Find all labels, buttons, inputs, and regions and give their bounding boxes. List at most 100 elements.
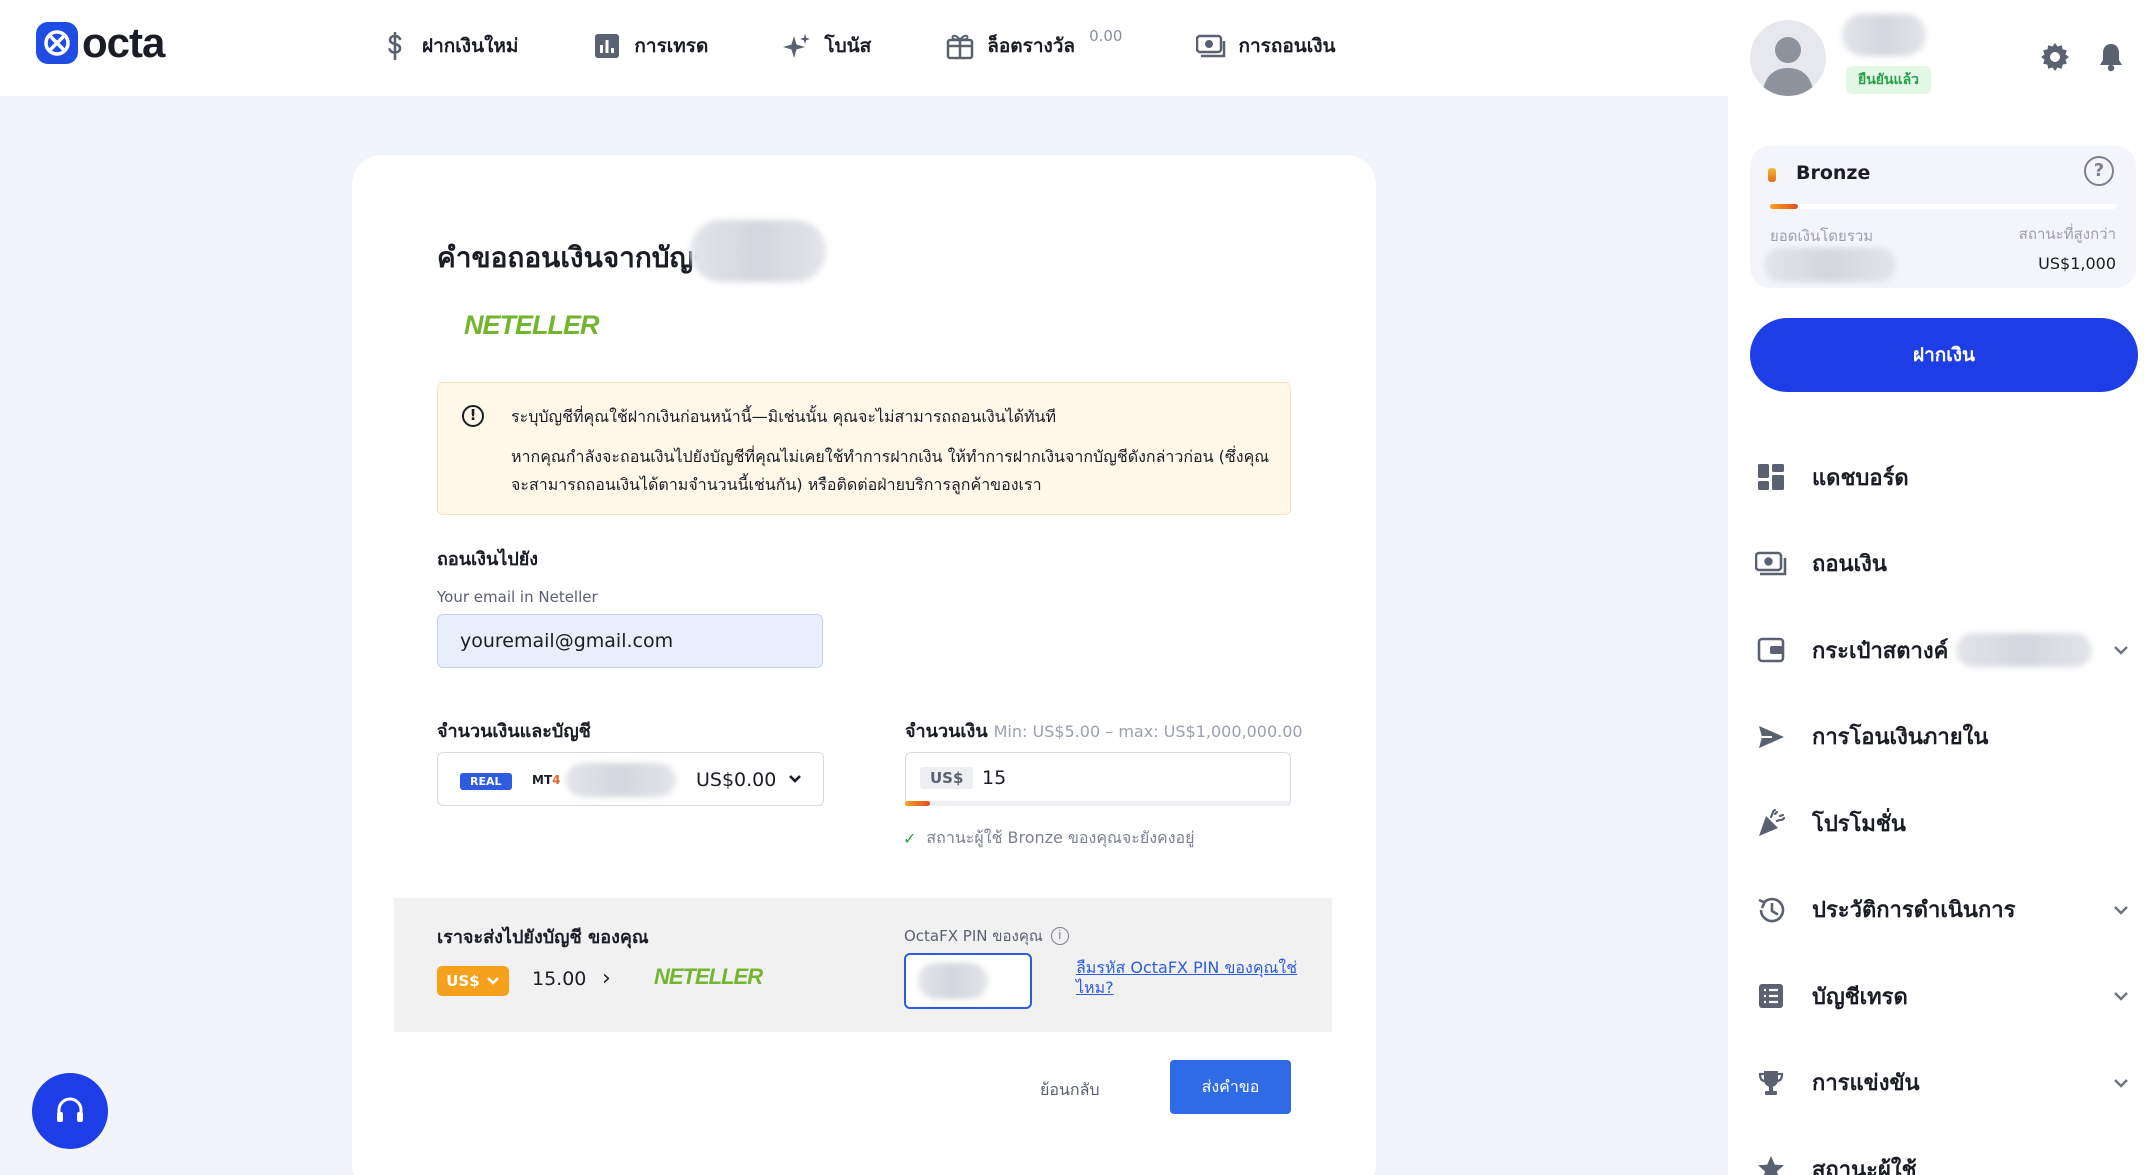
next-tier-label: สถานะที่สูงกว่า <box>2018 225 2116 243</box>
withdraw-to-label: ถอนเงินไปยัง <box>437 549 539 570</box>
user-avatar-icon <box>1762 37 1814 96</box>
topnav-item-deposit[interactable]: ฝากเงินใหม่ <box>380 28 518 64</box>
sidebar-item-label: กระเป๋าสตางค์ <box>1812 638 1949 664</box>
topnav-item-reward-lots[interactable]: ล็อตรางวัล 0.00 <box>945 27 1123 64</box>
support-chat-button[interactable] <box>32 1073 108 1149</box>
topnav-item-bonus[interactable]: โบนัส <box>782 28 871 64</box>
amount-progress-bar <box>905 801 1291 806</box>
star-icon <box>1754 1152 1788 1175</box>
topnav-item-trading[interactable]: การเทรด <box>592 28 708 64</box>
topnav-label: การเทรด <box>634 35 709 57</box>
sidebar-item-label: ประวัติการดำเนินการ <box>1812 898 2016 924</box>
octa-logo-mark-icon <box>36 22 78 64</box>
status-note: ✓ สถานะผู้ใช้ Bronze ของคุณจะยังคงอยู่ <box>903 826 1195 851</box>
total-balance-label: ยอดเงินโดยรวม <box>1770 227 1874 245</box>
back-button[interactable]: ย้อนกลับ <box>1040 1078 1100 1103</box>
account-select[interactable]: REAL MT4 US$0.00 <box>437 752 824 806</box>
chevron-down-icon <box>486 977 499 985</box>
send-icon <box>1754 720 1788 754</box>
platform-number: 4 <box>552 773 561 787</box>
chevron-down-icon <box>2112 637 2130 662</box>
wallet-balance-redacted <box>1956 633 2093 668</box>
bronze-tier-icon <box>1768 168 1776 182</box>
settings-gear-icon[interactable] <box>2040 42 2070 76</box>
octa-logo[interactable]: octa <box>36 19 165 66</box>
sidebar-item-label: ถอนเงิน <box>1812 552 1887 578</box>
account-number-redacted <box>566 763 676 797</box>
sidebar-item-contests[interactable]: การแข่งขัน <box>1750 1040 2130 1127</box>
brand-name: octa <box>82 19 165 66</box>
dollar-icon <box>380 31 410 61</box>
forgot-pin-link[interactable]: ลืมรหัส OctaFX PIN ของคุณใช่ไหม? <box>1076 958 1306 998</box>
tier-progress-fill <box>1770 204 1798 209</box>
pin-input[interactable] <box>904 953 1032 1009</box>
sidebar-item-user-status[interactable]: สถานะผู้ใช้ <box>1750 1126 2130 1175</box>
cash-icon <box>1196 31 1226 61</box>
email-field[interactable] <box>437 614 823 668</box>
real-account-badge: REAL <box>460 773 512 790</box>
sidebar-item-internal-transfer[interactable]: การโอนเงินภายใน <box>1750 694 2130 781</box>
username-redacted <box>1842 14 1926 56</box>
account-number-redacted <box>690 220 826 282</box>
neteller-logo: NETELLER <box>464 310 600 340</box>
amount-label: จำนวนเงิน Min: US$5.00 – max: US$1,000,00… <box>905 716 1303 745</box>
dashboard-icon <box>1754 460 1788 494</box>
sidebar-item-label: โปรโมชั่น <box>1812 811 1906 837</box>
next-tier-value: US$1,000 <box>2038 254 2116 273</box>
party-icon <box>1754 806 1788 840</box>
email-label: Your email in Neteller <box>437 588 598 606</box>
chevron-down-icon <box>2112 1070 2130 1095</box>
pin-redacted <box>918 963 988 999</box>
wallet-icon <box>1754 633 1788 667</box>
cash-icon <box>1754 547 1788 581</box>
trophy-icon <box>1754 1066 1788 1100</box>
sidebar-item-dashboard[interactable]: แดชบอร์ด <box>1750 434 2130 521</box>
submit-button[interactable]: ส่งคำขอ <box>1170 1060 1291 1114</box>
chevron-down-icon <box>2112 983 2130 1008</box>
top-nav: ฝากเงินใหม่ การเทรด โบนัส ล็อตรางวัล 0.0… <box>380 27 1410 64</box>
warning-banner: ! ระบุบัญชีที่คุณใช้ฝากเงินก่อนหน้านี้—ม… <box>437 382 1291 515</box>
sidebar-item-label: แดชบอร์ด <box>1812 465 1909 491</box>
topnav-label: การถอนเงิน <box>1238 35 1336 57</box>
tier-name: Bronze <box>1796 162 1871 184</box>
sidebar-item-promotions[interactable]: โปรโมชั่น <box>1750 780 2130 867</box>
amount-progress-fill <box>905 801 931 806</box>
headset-icon <box>57 1097 83 1122</box>
platform-prefix: MT <box>532 773 553 787</box>
sidebar-item-history[interactable]: ประวัติการดำเนินการ <box>1750 867 2130 954</box>
currency-dropdown[interactable]: US$ <box>437 966 509 996</box>
status-note-text: สถานะผู้ใช้ Bronze ของคุณจะยังคงอยู่ <box>926 828 1195 847</box>
info-icon[interactable]: i <box>1050 927 1069 945</box>
currency-chip: US$ <box>920 767 974 789</box>
amount-range: Min: US$5.00 – max: US$1,000,000.00 <box>993 722 1303 741</box>
verified-badge: ยืนยันแล้ว <box>1846 66 1932 94</box>
list-icon <box>1754 979 1788 1013</box>
warning-text-1: ระบุบัญชีที่คุณใช้ฝากเงินก่อนหน้านี้—มิเ… <box>511 407 1057 426</box>
summary-panel: เราจะส่งไปยังบัญชี ของคุณ US$ 15.00 › NE… <box>394 898 1332 1032</box>
amount-value: 15 <box>982 767 1007 789</box>
account-section-label: จำนวนเงินและบัญชี <box>437 721 591 742</box>
deposit-button[interactable]: ฝากเงิน <box>1750 318 2138 392</box>
pin-label: OctaFX PIN ของคุณ i <box>904 924 1069 948</box>
chevron-down-icon <box>786 769 804 791</box>
sidebar-item-withdraw[interactable]: ถอนเงิน <box>1750 521 2130 608</box>
reward-lots-badge: 0.00 <box>1089 27 1123 45</box>
alert-icon: ! <box>462 405 484 427</box>
help-icon[interactable]: ? <box>2084 156 2114 186</box>
notifications-bell-icon[interactable] <box>2098 42 2124 76</box>
topnav-item-withdrawal[interactable]: การถอนเงิน <box>1196 28 1336 64</box>
currency-dropdown-label: US$ <box>446 972 480 990</box>
sidebar-item-label: บัญชีเทรด <box>1812 984 1908 1010</box>
page-title: คำขอถอนเงินจากบัญชี <box>437 241 713 274</box>
sidebar-menu: แดชบอร์ด ถอนเงิน กระเป๋าสตางค์ การโอนเงิ… <box>1750 434 2130 1175</box>
sidebar-item-trading-accounts[interactable]: บัญชีเทรด <box>1750 953 2130 1040</box>
gift-icon <box>945 31 975 61</box>
sidebar-item-wallet[interactable]: กระเป๋าสตางค์ <box>1750 607 2130 694</box>
amount-input[interactable]: US$ 15 <box>905 752 1291 806</box>
avatar[interactable] <box>1750 20 1826 96</box>
warning-text-2: หากคุณกำลังจะถอนเงินไปยังบัญชีที่คุณไม่เ… <box>511 447 1270 494</box>
amount-label-text: จำนวนเงิน <box>905 721 988 742</box>
summary-amount: 15.00 <box>532 968 587 990</box>
top-bar: octa ฝากเงินใหม่ การเทรด โบนัส ล็อตรางวั… <box>0 0 1728 96</box>
topnav-label: ล็อตรางวัล <box>987 35 1076 57</box>
